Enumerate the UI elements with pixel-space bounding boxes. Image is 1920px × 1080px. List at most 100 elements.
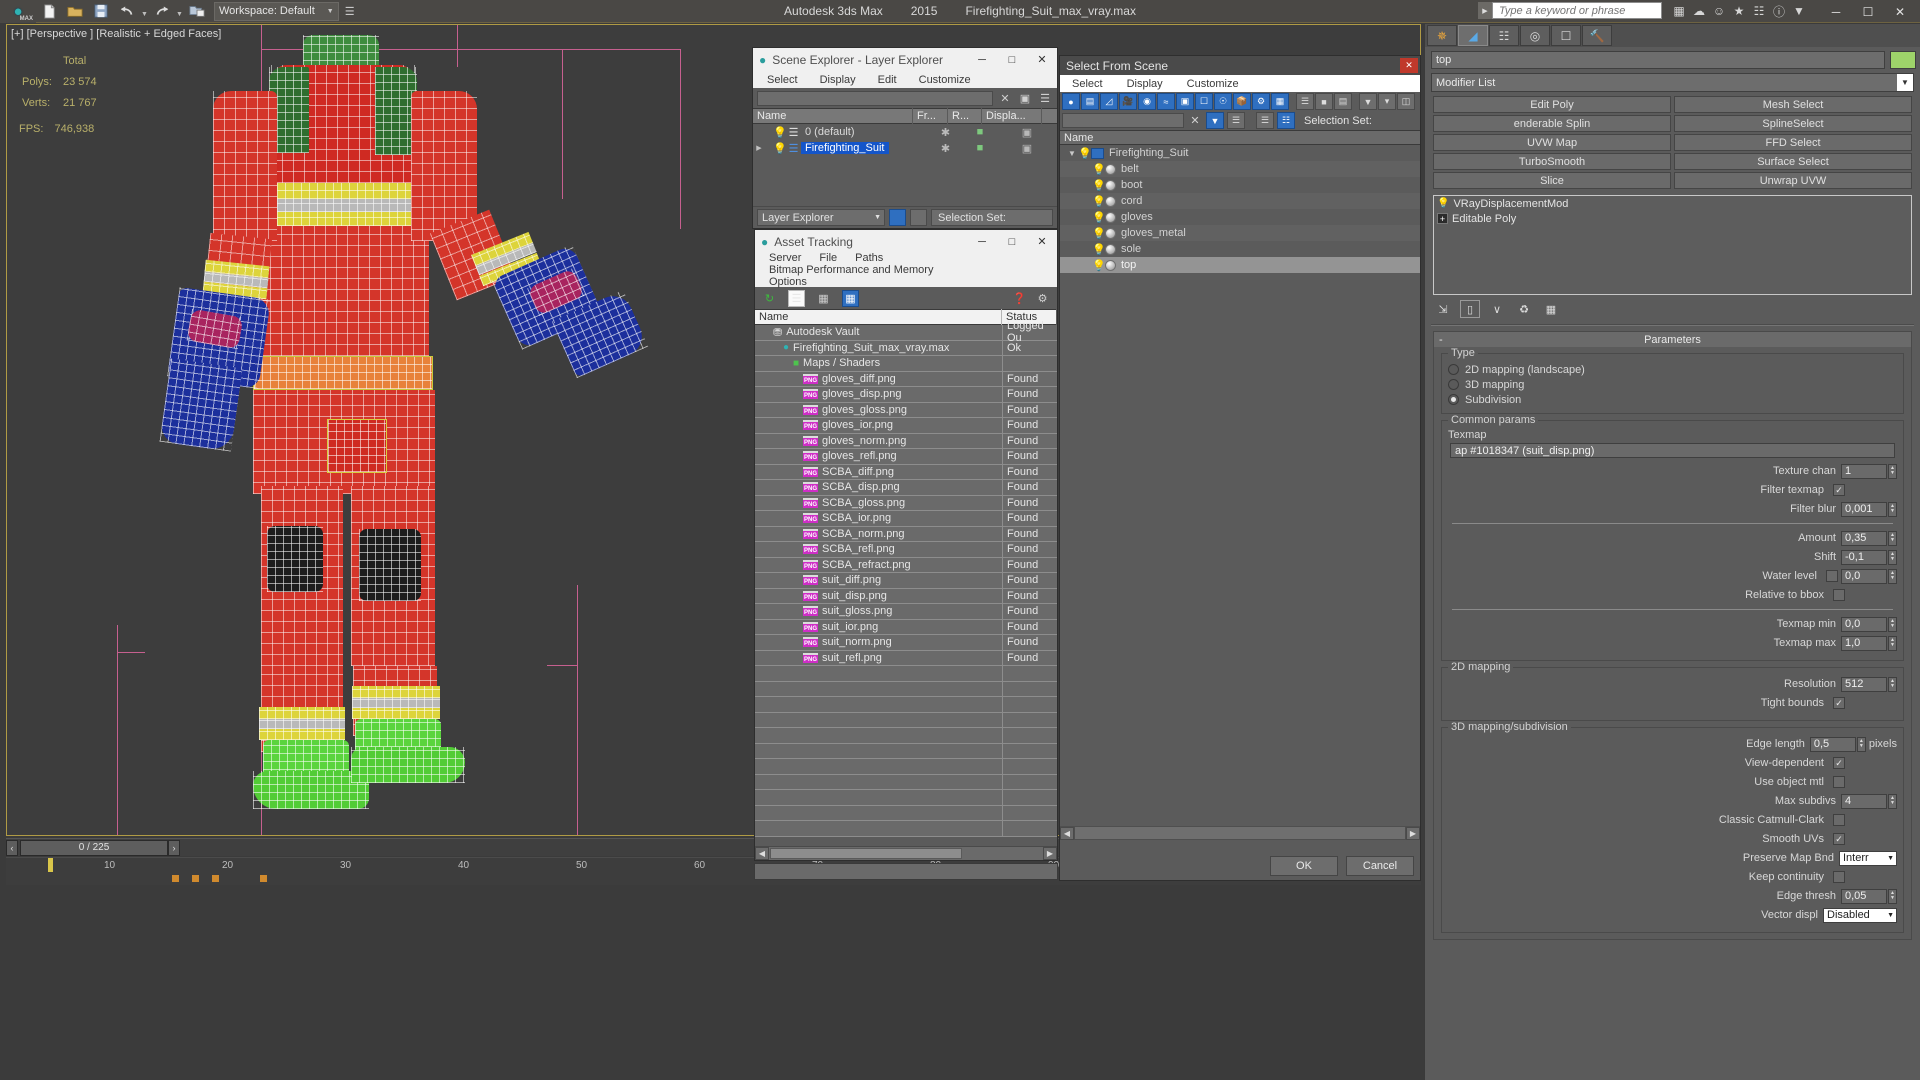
keyframe-marker[interactable]	[192, 875, 199, 882]
asset-tracking-close[interactable]: ✕	[1027, 230, 1057, 253]
scene-explorer-close[interactable]: ✕	[1027, 48, 1057, 71]
modifier-stack[interactable]: 💡 VRayDisplacementMod + Editable Poly	[1433, 195, 1912, 295]
filter-blur-input[interactable]: 0,001	[1841, 501, 1887, 517]
workspace-selector[interactable]: Workspace: Default ▼	[214, 1, 339, 21]
asset-name-cell[interactable]: PNG gloves_norm.png	[755, 434, 1002, 449]
modifier-button[interactable]: SplineSelect	[1674, 115, 1912, 132]
edge-length-input[interactable]: 0,5	[1809, 736, 1856, 752]
tight-bounds-checkbox[interactable]: ✓	[1833, 697, 1845, 709]
layer-stack-icon[interactable]: ☰	[1037, 90, 1053, 106]
asset-row[interactable]: PNG SCBA_refl.png Found	[755, 542, 1057, 558]
tab-hierarchy[interactable]: ☷	[1489, 25, 1519, 46]
project-folder-icon[interactable]	[184, 0, 210, 22]
modifier-button[interactable]: Edit Poly	[1433, 96, 1671, 113]
preserve-map-dropdown[interactable]: Interr ▼	[1839, 850, 1897, 866]
tab-create[interactable]: ✵	[1427, 25, 1457, 46]
parameters-rollout-header[interactable]: - Parameters	[1434, 332, 1911, 347]
display-helpers-icon[interactable]: ◉	[1138, 93, 1156, 110]
rollout-collapse-icon[interactable]: -	[1439, 334, 1443, 346]
clear-search-icon[interactable]: ✕	[997, 90, 1013, 106]
scroll-track[interactable]	[1075, 827, 1405, 839]
water-level-input[interactable]: 0,0	[1841, 568, 1887, 584]
layer-row[interactable]: ▶ 💡 ☰ Firefighting_Suit ✱ ■ ▣	[753, 140, 1057, 156]
search-input[interactable]	[1497, 3, 1661, 18]
keyword-search-box[interactable]	[1492, 2, 1662, 19]
select-from-scene-search-input[interactable]	[1062, 113, 1184, 128]
asset-tracking-maximize[interactable]: □	[997, 230, 1027, 253]
scene-explorer-search-input[interactable]	[757, 90, 993, 106]
filter-settings-icon[interactable]: ▾	[1378, 93, 1396, 110]
undo-icon[interactable]	[114, 0, 140, 22]
asset-row[interactable]: PNG suit_ior.png Found	[755, 619, 1057, 635]
asset-row[interactable]: PNG SCBA_norm.png Found	[755, 526, 1057, 542]
filter-texmap-checkbox[interactable]: ✓	[1833, 484, 1845, 496]
make-unique-icon[interactable]: ∨	[1487, 300, 1507, 318]
texmap-max-row[interactable]: Texmap max 1,0 ▲ ▼	[1448, 635, 1897, 651]
asset-name-cell[interactable]: PNG gloves_diff.png	[755, 372, 1002, 387]
exchange-icon[interactable]: ☷	[1750, 2, 1768, 20]
resolution-input[interactable]: 512	[1841, 676, 1887, 692]
freeze-toggle-icon[interactable]: ✱	[928, 126, 963, 139]
viewport-label[interactable]: [+] [Perspective ] [Realistic + Edged Fa…	[11, 28, 221, 40]
menu-file[interactable]: File	[819, 252, 837, 264]
modifier-stack-item[interactable]: 💡 VRayDisplacementMod	[1434, 196, 1911, 211]
asset-name-cell[interactable]: PNG suit_diff.png	[755, 573, 1002, 588]
shift-row[interactable]: Shift -0,1 ▲ ▼	[1448, 549, 1897, 565]
asset-row[interactable]: PNG gloves_norm.png Found	[755, 433, 1057, 449]
collapse-all-icon[interactable]: ■	[1315, 93, 1333, 110]
modifier-button[interactable]: FFD Select	[1674, 134, 1912, 151]
asset-name-cell[interactable]: PNG SCBA_gloss.png	[755, 496, 1002, 511]
asset-name-cell[interactable]: PNG gloves_refl.png	[755, 449, 1002, 464]
new-file-icon[interactable]	[36, 0, 62, 22]
modifier-button[interactable]: Unwrap UVW	[1674, 172, 1912, 189]
scene-object-row[interactable]: 💡 sole	[1060, 241, 1420, 257]
preserve-map-row[interactable]: Preserve Map Bnd Interr ▼	[1448, 850, 1897, 866]
scene-explorer-search-row[interactable]: ✕ ▣ ☰	[753, 88, 1057, 108]
asset-row[interactable]: PNG suit_norm.png Found	[755, 635, 1057, 651]
spinner-icon[interactable]: ▲ ▼	[1888, 549, 1897, 565]
scene-object-row[interactable]: 💡 belt	[1060, 161, 1420, 177]
lightbulb-icon[interactable]: 💡	[1437, 198, 1449, 209]
layer-filter-icon[interactable]: ▣	[1017, 90, 1033, 106]
asset-row[interactable]: PNG suit_disp.png Found	[755, 588, 1057, 604]
filter-funnel-icon[interactable]: ▼	[1359, 93, 1377, 110]
object-name-row[interactable]: top	[1425, 47, 1920, 69]
asset-tracking-row-list[interactable]: ⛃ Autodesk Vault Logged Ou ● Firefighting_Su…	[755, 320, 1057, 837]
asset-row[interactable]: PNG suit_diff.png Found	[755, 573, 1057, 589]
asset-name-cell[interactable]: PNG gloves_gloss.png	[755, 403, 1002, 418]
display-geometry-icon[interactable]: ●	[1062, 93, 1080, 110]
asset-tracking-title-bar[interactable]: ● Asset Tracking ─ □ ✕	[755, 230, 1057, 253]
texture-channel-row[interactable]: Texture chan 1 ▲ ▼	[1448, 463, 1897, 479]
pin-stack-icon[interactable]: ⇲	[1433, 300, 1453, 318]
selection-set-field[interactable]: Selection Set:	[931, 209, 1053, 226]
help-icon[interactable]: ⓘ	[1770, 2, 1788, 20]
scene-explorer-maximize[interactable]: □	[997, 48, 1027, 71]
autodesk-app-store-icon[interactable]: ▦	[1670, 2, 1688, 20]
asset-name-cell[interactable]: PNG suit_gloss.png	[755, 604, 1002, 619]
menu-display[interactable]: Display	[1127, 78, 1163, 90]
expand-twisty-icon[interactable]: ▼	[1066, 149, 1078, 158]
edge-thresh-input[interactable]: 0,05	[1841, 888, 1887, 904]
3dsmax-logo-icon[interactable]: ● MAX	[0, 0, 36, 23]
asset-name-cell[interactable]: PNG SCBA_refl.png	[755, 542, 1002, 557]
modifier-button[interactable]: Slice	[1433, 172, 1671, 189]
display-xrefs-icon[interactable]: ☐	[1195, 93, 1213, 110]
scroll-left-arrow[interactable]: ◀	[1060, 826, 1074, 840]
scene-object-row[interactable]: 💡 boot	[1060, 177, 1420, 193]
expand-twisty-icon[interactable]: ▶	[753, 144, 765, 152]
lightbulb-icon[interactable]: 💡	[773, 126, 787, 139]
configure-modifier-sets-icon[interactable]: ▦	[1541, 300, 1561, 318]
selection-filter-icon[interactable]: ▼	[1206, 112, 1224, 129]
asset-name-cell[interactable]: PNG suit_norm.png	[755, 635, 1002, 650]
filter-blur-row[interactable]: Filter blur 0,001 ▲ ▼	[1448, 501, 1897, 517]
redo-icon[interactable]	[149, 0, 175, 22]
selection-link-button[interactable]	[910, 209, 927, 226]
asset-name-cell[interactable]: PNG SCBA_diff.png	[755, 465, 1002, 480]
menu-select[interactable]: Select	[767, 74, 798, 86]
scroll-left-arrow[interactable]: ◀	[755, 847, 769, 860]
renderable-toggle-icon[interactable]: ■	[963, 126, 997, 139]
maximize-button[interactable]: ☐	[1852, 0, 1884, 23]
parameters-rollout[interactable]: - Parameters Type 2D mapping (landscape)…	[1433, 331, 1912, 940]
view-dependent-checkbox[interactable]: ✓	[1833, 757, 1845, 769]
scroll-right-arrow[interactable]: ▶	[1043, 847, 1057, 860]
